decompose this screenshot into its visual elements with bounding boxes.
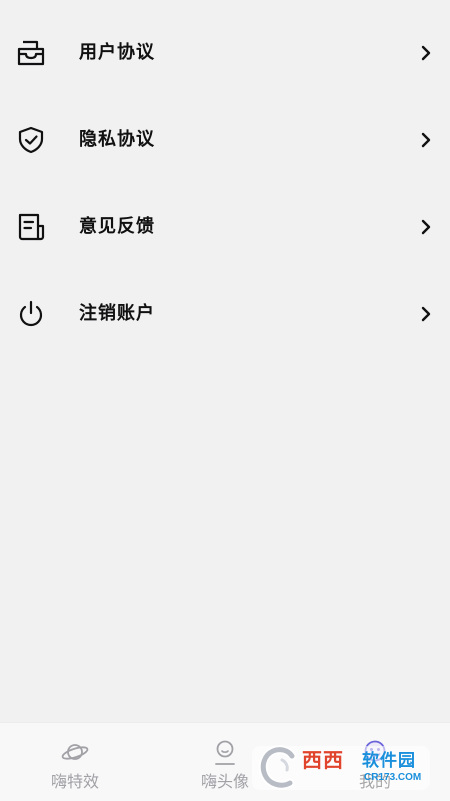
power-icon <box>16 299 46 329</box>
menu-item-privacy-agreement[interactable]: 隐私协议 <box>0 110 450 170</box>
envelope-tray-icon <box>16 38 46 68</box>
menu-item-delete-account[interactable]: 注销账户 <box>0 284 450 344</box>
tab-effects[interactable]: 嗨特效 <box>0 723 150 801</box>
menu-item-label: 用户协议 <box>79 42 155 63</box>
tab-label: 嗨头像 <box>200 772 249 791</box>
tab-label: 我的 <box>358 772 391 791</box>
chevron-right-icon <box>419 44 433 62</box>
smiley-bubble-icon <box>360 738 390 766</box>
avatar-face-icon <box>210 738 240 766</box>
tab-avatars[interactable]: 嗨头像 <box>150 723 300 801</box>
chevron-right-icon <box>419 131 433 149</box>
menu-item-label: 意见反馈 <box>79 216 155 237</box>
menu-item-label: 隐私协议 <box>79 129 155 150</box>
menu-item-label: 注销账户 <box>79 303 155 324</box>
shield-check-icon <box>16 125 46 155</box>
menu-item-user-agreement[interactable]: 用户协议 <box>0 23 450 83</box>
chevron-right-icon <box>419 305 433 323</box>
tab-mine[interactable]: 我的 <box>300 723 450 801</box>
menu-item-feedback[interactable]: 意见反馈 <box>0 197 450 257</box>
chevron-right-icon <box>419 218 433 236</box>
tab-label: 嗨特效 <box>50 772 99 791</box>
planet-icon <box>60 738 90 766</box>
bottom-tab-bar: 嗨特效 嗨头像 我的 <box>0 722 450 801</box>
document-note-icon <box>16 212 46 242</box>
